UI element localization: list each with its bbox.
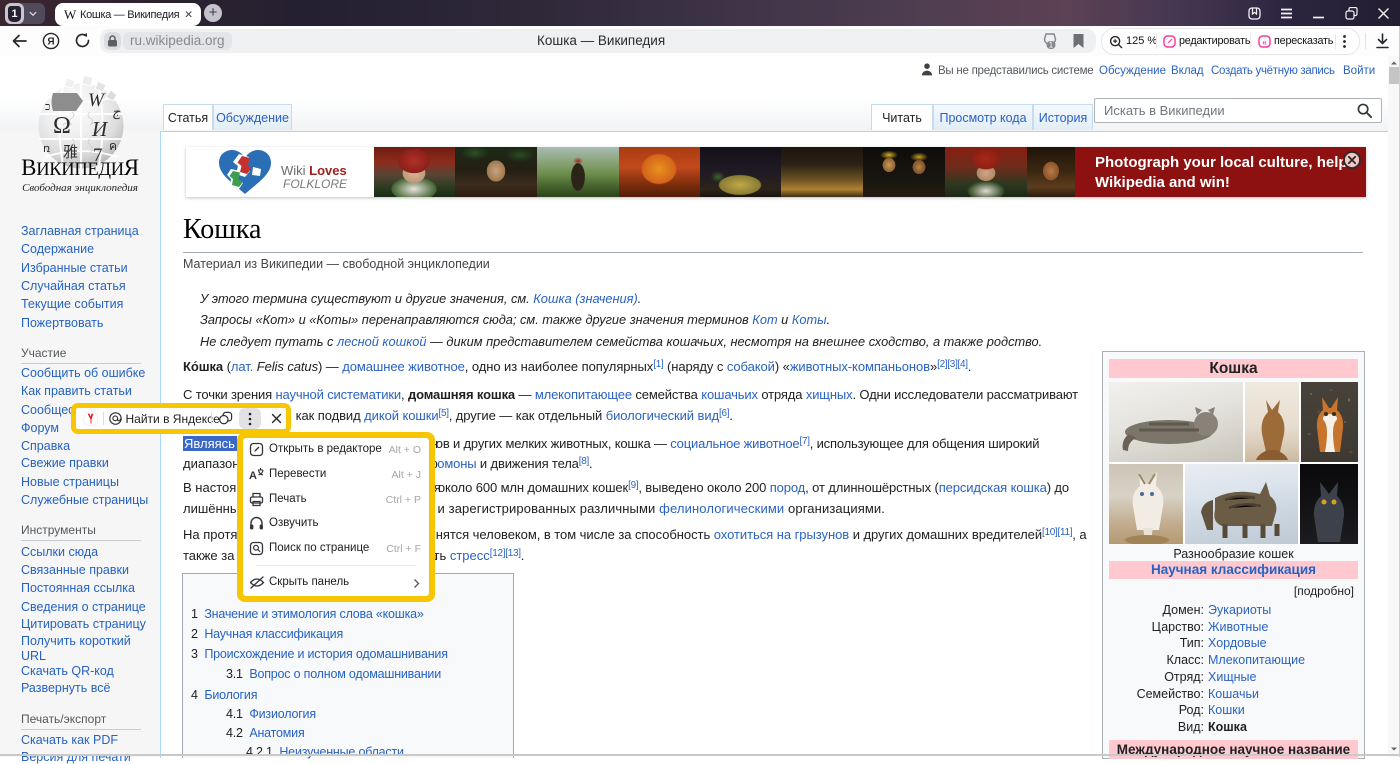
svg-text:«: « — [1262, 38, 1267, 47]
svg-text:А: А — [249, 470, 257, 482]
svg-text:1: 1 — [1049, 41, 1054, 50]
